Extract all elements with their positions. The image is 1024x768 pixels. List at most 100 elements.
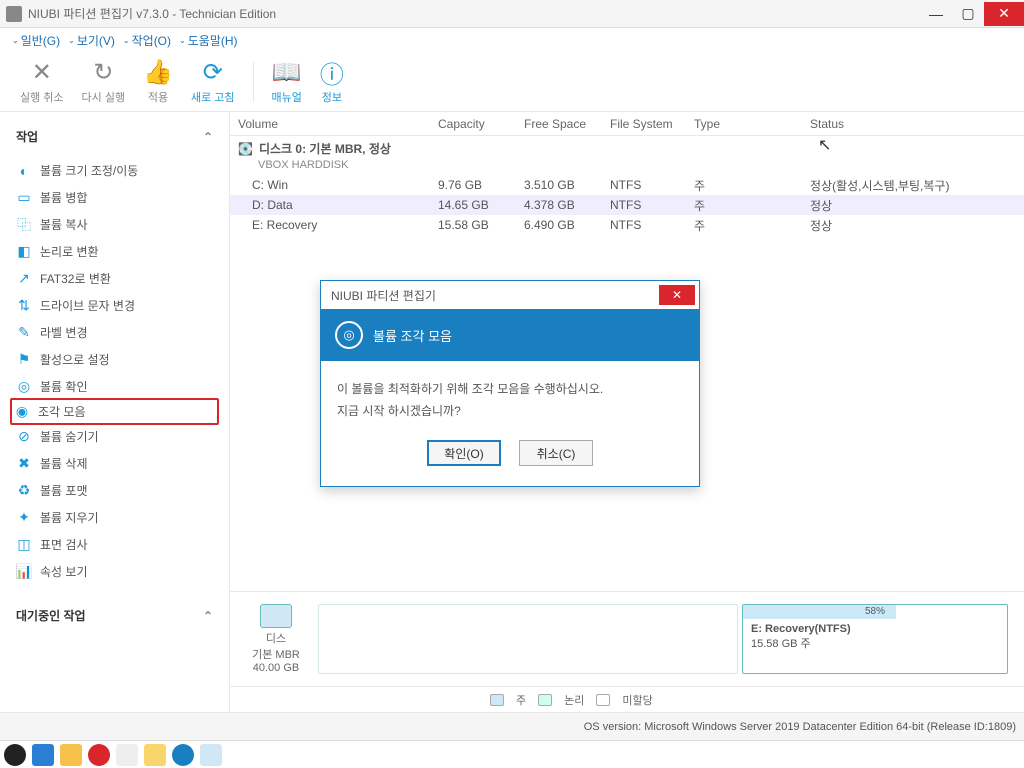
flag-icon: ⚑ (16, 352, 32, 368)
convert-fat-icon: ↗ (16, 271, 32, 287)
task-wipe[interactable]: ✦볼륨 지우기 (12, 504, 217, 531)
titlebar: NIUBI 파티션 편집기 v7.3.0 - Technician Editio… (0, 0, 1024, 28)
disk-map-icon[interactable]: 디스 기본 MBR 40.00 GB (246, 604, 306, 674)
col-capacity[interactable]: Capacity (430, 117, 516, 131)
task-logical[interactable]: ◧논리로 변환 (12, 238, 217, 265)
partition-row[interactable]: D: Data14.65 GB4.378 GBNTFS주정상 (230, 195, 1024, 215)
taskbar-icon[interactable] (116, 744, 138, 766)
toolbar-separator (253, 62, 254, 102)
explorer-icon[interactable] (60, 744, 82, 766)
disk-icon: 💽 (238, 142, 253, 156)
grid-header: Volume Capacity Free Space File System T… (230, 112, 1024, 136)
task-merge[interactable]: ▭볼륨 병합 (12, 184, 217, 211)
resize-icon: ◐ (16, 163, 32, 179)
partition-bar-recovery[interactable]: 58% E: Recovery(NTFS)15.58 GB 주 (742, 604, 1008, 674)
check-icon: ◎ (16, 379, 32, 395)
sidebar: 작업⌃ ◐볼륨 크기 조정/이동 ▭볼륨 병합 ⿻볼륨 복사 ◧논리로 변환 ↗… (0, 112, 230, 712)
toolbar: ✕실행 취소 ↻다시 실행 👍적용 ⟳새로 고침 📖매뉴얼 ⓘ정보 (0, 52, 1024, 112)
info-button[interactable]: ⓘ정보 (320, 59, 344, 105)
col-type[interactable]: Type (686, 117, 802, 131)
disk-header[interactable]: 💽 디스크 0: 기본 MBR, 정상 (230, 136, 1024, 161)
col-fs[interactable]: File System (602, 117, 686, 131)
copy-icon: ⿻ (16, 217, 32, 233)
dialog-close-button[interactable]: ✕ (659, 285, 695, 305)
surface-icon: ◫ (16, 537, 32, 553)
sidebar-section-tasks[interactable]: 작업⌃ (12, 120, 217, 153)
defrag-icon: ◎ (335, 321, 363, 349)
task-format[interactable]: ♻볼륨 포맷 (12, 477, 217, 504)
minimize-button[interactable]: — (920, 2, 952, 26)
taskbar-icon[interactable] (144, 744, 166, 766)
partition-bar[interactable] (318, 604, 738, 674)
refresh-button[interactable]: ⟳새로 고침 (191, 59, 235, 105)
disk-subtitle: VBOX HARDDISK (230, 159, 1024, 171)
disk-map: 디스 기본 MBR 40.00 GB 58% E: Recovery(NTFS)… (230, 591, 1024, 686)
task-delete[interactable]: ✖볼륨 삭제 (12, 450, 217, 477)
start-button[interactable] (4, 744, 26, 766)
statusbar: OS version: Microsoft Windows Server 201… (0, 712, 1024, 740)
task-check[interactable]: ◎볼륨 확인 (12, 373, 217, 400)
col-free[interactable]: Free Space (516, 117, 602, 131)
task-hide[interactable]: ⊘볼륨 숨기기 (12, 423, 217, 450)
letter-icon: ⇅ (16, 298, 32, 314)
power-icon[interactable] (88, 744, 110, 766)
sidebar-section-pending[interactable]: 대기중인 작업⌃ (12, 599, 217, 632)
task-surface[interactable]: ◫표면 검사 (12, 531, 217, 558)
menubar: ⌄일반(G) ⌄보기(V) ⌄작업(O) ⌄도움말(H) (0, 28, 1024, 52)
taskbar (0, 740, 1024, 768)
format-icon: ♻ (16, 483, 32, 499)
dialog-titlebar: NIUBI 파티션 편집기 ✕ (321, 281, 699, 309)
col-volume[interactable]: Volume (230, 117, 430, 131)
manual-button[interactable]: 📖매뉴얼 (272, 59, 302, 105)
apply-button[interactable]: 👍적용 (143, 59, 173, 105)
task-resize[interactable]: ◐볼륨 크기 조정/이동 (12, 157, 217, 184)
wipe-icon: ✦ (16, 510, 32, 526)
dialog-body: 이 볼륨을 최적화하기 위해 조각 모음을 수행하십시오. 지금 시작 하시겠습… (321, 361, 699, 440)
ok-button[interactable]: 확인(O) (427, 440, 501, 466)
taskbar-icon[interactable] (172, 744, 194, 766)
cursor-icon: ↖ (818, 135, 831, 155)
chevron-up-icon: ⌃ (203, 609, 213, 623)
undo-button[interactable]: ✕실행 취소 (20, 59, 64, 105)
props-icon: 📊 (16, 564, 32, 580)
dialog-title: NIUBI 파티션 편집기 (331, 287, 436, 304)
task-label[interactable]: ✎라벨 변경 (12, 319, 217, 346)
menu-general[interactable]: ⌄일반(G) (12, 32, 60, 49)
task-drive-letter[interactable]: ⇅드라이브 문자 변경 (12, 292, 217, 319)
os-version: OS version: Microsoft Windows Server 201… (584, 721, 1016, 733)
merge-icon: ▭ (16, 190, 32, 206)
partition-row[interactable]: E: Recovery15.58 GB6.490 GBNTFS주정상 (230, 215, 1024, 235)
dialog-header: ◎ 볼륨 조각 모음 (321, 309, 699, 361)
partition-row[interactable]: C: Win9.76 GB3.510 GBNTFS주정상(활성,시스템,부팅,복… (230, 175, 1024, 195)
legend-swatch-primary (490, 694, 504, 706)
task-fat32[interactable]: ↗FAT32로 변환 (12, 265, 217, 292)
legend: 주 논리 미할당 (230, 686, 1024, 712)
cancel-button[interactable]: 취소(C) (519, 440, 593, 466)
menu-help[interactable]: ⌄도움말(H) (179, 32, 237, 49)
taskbar-icon[interactable] (32, 744, 54, 766)
close-button[interactable]: ✕ (984, 2, 1024, 26)
menu-view[interactable]: ⌄보기(V) (68, 32, 115, 49)
window-title: NIUBI 파티션 편집기 v7.3.0 - Technician Editio… (28, 5, 920, 22)
task-defrag[interactable]: ◉조각 모음 (10, 398, 219, 425)
convert-icon: ◧ (16, 244, 32, 260)
disk-glyph-icon (260, 604, 292, 628)
col-status[interactable]: Status (802, 117, 1024, 131)
maximize-button[interactable]: ▢ (952, 2, 984, 26)
niubi-taskbar-icon[interactable] (200, 744, 222, 766)
delete-icon: ✖ (16, 456, 32, 472)
menu-task[interactable]: ⌄작업(O) (123, 32, 171, 49)
task-copy[interactable]: ⿻볼륨 복사 (12, 211, 217, 238)
hide-icon: ⊘ (16, 429, 32, 445)
legend-swatch-logical (538, 694, 552, 706)
dialog-buttons: 확인(O) 취소(C) (321, 440, 699, 486)
chevron-up-icon: ⌃ (203, 130, 213, 144)
task-active[interactable]: ⚑활성으로 설정 (12, 346, 217, 373)
label-icon: ✎ (16, 325, 32, 341)
redo-button[interactable]: ↻다시 실행 (82, 59, 126, 105)
legend-swatch-unalloc (596, 694, 610, 706)
app-icon (6, 6, 22, 22)
defrag-icon: ◉ (14, 404, 30, 420)
task-properties[interactable]: 📊속성 보기 (12, 558, 217, 585)
partition-bars: 58% E: Recovery(NTFS)15.58 GB 주 (318, 604, 1008, 674)
